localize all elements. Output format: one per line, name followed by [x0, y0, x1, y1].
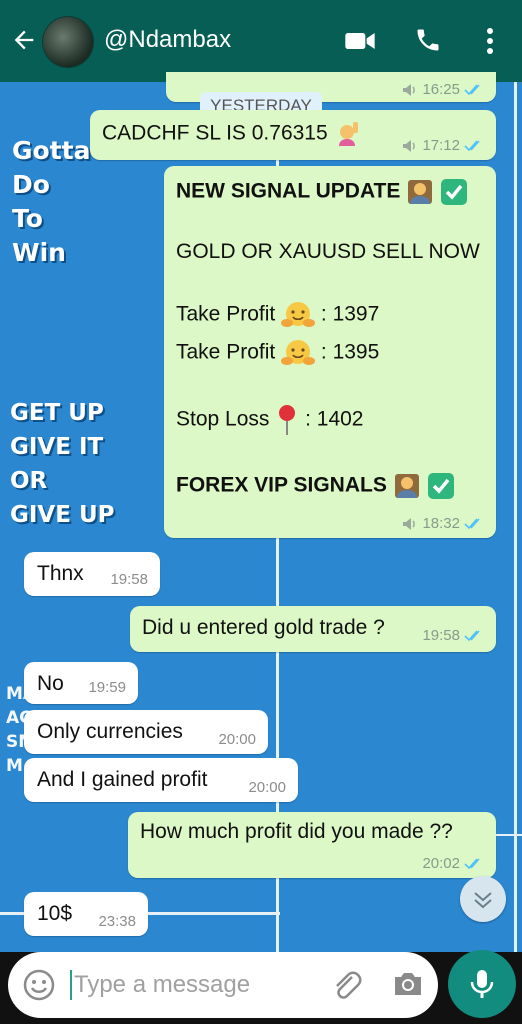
stop-loss-label: Stop Loss [176, 407, 270, 431]
signal-footer: FOREX VIP SIGNALS [176, 473, 387, 497]
phone-icon[interactable] [414, 26, 442, 54]
message-text: 10$ [37, 902, 73, 925]
chat-header: @Ndambax [0, 0, 522, 82]
round-pushpin-emoji [279, 405, 296, 435]
message-outgoing[interactable]: Did u entered gold trade ? 19:58 [130, 606, 496, 652]
wallpaper-text-gotta: Gotta Do To Win [12, 136, 91, 267]
check-box-emoji [427, 473, 454, 499]
speaker-icon [403, 83, 416, 96]
message-time: 23:38 [98, 913, 136, 930]
message-incoming[interactable]: 10$ 23:38 [24, 892, 148, 936]
speaker-icon [403, 139, 416, 152]
message-text: Only currencies [37, 720, 183, 743]
hugging-face-emoji [281, 340, 316, 365]
stop-loss-value: : 1402 [305, 407, 364, 431]
teacher-emoji [408, 180, 433, 204]
raising-hand-emoji [338, 122, 358, 146]
double-chevron-down-icon [474, 892, 492, 909]
message-text: Thnx [37, 562, 84, 585]
more-options-icon[interactable] [480, 26, 500, 56]
scroll-to-bottom-button[interactable] [460, 876, 506, 922]
take-profit-label: Take Profit [176, 302, 276, 326]
message-time: 19:59 [88, 679, 126, 696]
voice-message-button[interactable] [448, 950, 516, 1018]
camera-icon[interactable] [392, 968, 424, 1000]
contact-avatar[interactable] [42, 16, 94, 68]
message-time: 16:25 [422, 81, 460, 98]
message-time: 20:00 [248, 779, 286, 796]
speaker-icon [403, 517, 416, 530]
double-check-icon [464, 629, 480, 641]
teacher-emoji [394, 474, 419, 498]
double-check-icon [464, 857, 480, 869]
message-input-bar[interactable]: Type a message [8, 952, 438, 1018]
take-profit-value: : 1395 [320, 340, 380, 364]
text-caret [70, 970, 72, 1000]
message-time: 20:00 [218, 731, 256, 748]
signal-instruction: GOLD OR XAUUSD SELL NOW [176, 240, 480, 263]
message-time: 17:12 [422, 137, 460, 154]
message-text: And I gained profit [37, 768, 208, 791]
message-text: How much profit did you made ?? [140, 820, 453, 843]
message-outgoing[interactable]: How much profit did you made ?? 20:02 [128, 812, 496, 878]
message-time: 20:02 [422, 855, 460, 872]
message-incoming[interactable]: No 19:59 [24, 662, 138, 704]
mic-icon [470, 970, 494, 998]
double-check-icon [464, 139, 480, 151]
take-profit-value: : 1397 [320, 302, 380, 326]
back-arrow-icon[interactable] [10, 26, 38, 54]
signal-title: NEW SIGNAL UPDATE [176, 179, 401, 203]
message-text: No [37, 672, 64, 695]
message-text: CADCHF SL IS 0.76315 [102, 121, 328, 145]
attach-icon[interactable] [330, 968, 362, 1002]
wallpaper-line [514, 82, 517, 952]
check-box-emoji [441, 179, 468, 205]
message-outgoing-signal[interactable]: NEW SIGNAL UPDATE GOLD OR XAUUSD SELL NO… [164, 166, 496, 538]
double-check-icon [464, 517, 480, 529]
message-incoming[interactable]: Thnx 19:58 [24, 552, 160, 596]
emoji-icon[interactable] [22, 968, 56, 1002]
message-input-placeholder[interactable]: Type a message [74, 971, 250, 999]
double-check-icon [464, 83, 480, 95]
message-text: Did u entered gold trade ? [142, 616, 385, 639]
message-outgoing[interactable]: CADCHF SL IS 0.76315 17:12 [90, 110, 496, 160]
message-time: 19:58 [422, 627, 460, 644]
video-call-icon[interactable] [344, 28, 376, 54]
message-time: 18:32 [422, 515, 460, 532]
contact-name[interactable]: @Ndambax [104, 26, 231, 54]
message-time: 19:58 [110, 571, 148, 588]
wallpaper-text-getup: GET UP GIVE IT OR GIVE UP [10, 400, 115, 528]
hugging-face-emoji [281, 302, 316, 327]
take-profit-label: Take Profit [176, 340, 276, 364]
message-incoming[interactable]: And I gained profit 20:00 [24, 758, 298, 802]
message-incoming[interactable]: Only currencies 20:00 [24, 710, 268, 754]
